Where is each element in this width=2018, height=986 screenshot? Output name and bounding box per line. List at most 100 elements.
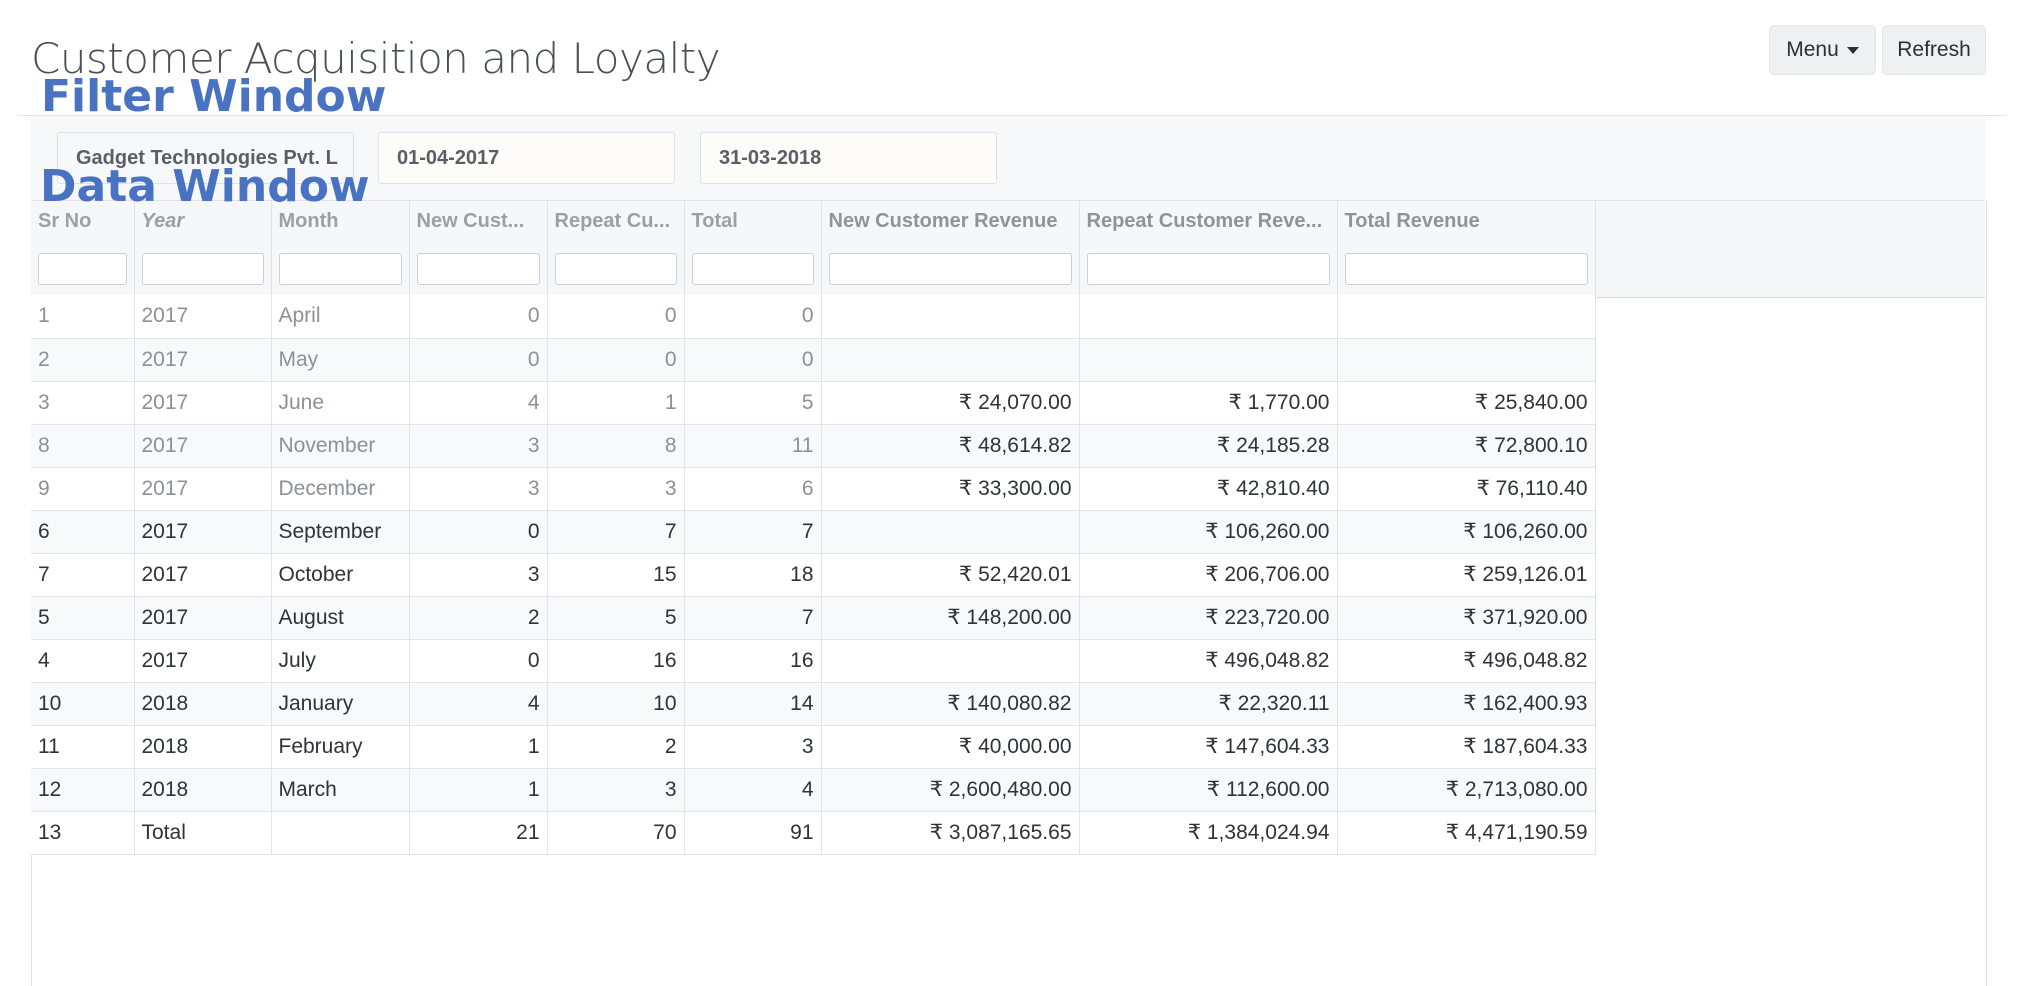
column-header-total-revenue[interactable]: Total Revenue [1337, 200, 1596, 242]
table-row[interactable]: 9 2017 December 3 3 6 ₹ 33,300.00 ₹ 42,810.40 ₹ … [31, 467, 1990, 511]
column-filter-cell [31, 242, 135, 295]
cell-repeat-customers: 0 [547, 295, 685, 339]
table-row[interactable]: 1 2017 April 0 0 0 [31, 295, 1990, 339]
column-filter-input[interactable] [828, 252, 1072, 285]
cell-new-customer-revenue: ₹ 140,080.82 [821, 682, 1080, 726]
column-filter-input[interactable] [38, 252, 127, 285]
cell-new-customer-revenue: ₹ 48,614.82 [821, 424, 1080, 468]
column-filter-input[interactable] [1086, 252, 1330, 285]
table-row[interactable]: 12 2018 March 1 3 4 ₹ 2,600,480.00 ₹ 112,600.00… [31, 768, 1990, 812]
cell-repeat-customers: 0 [547, 338, 685, 382]
column-filter-input[interactable] [141, 252, 264, 285]
column-header-total[interactable]: Total [684, 200, 822, 242]
column-filter-cell [1337, 242, 1596, 295]
column-filter-input[interactable] [554, 252, 677, 285]
cell-year: 2017 [134, 596, 272, 640]
cell-sr-no: 12 [31, 768, 135, 812]
refresh-button[interactable]: Refresh [1882, 25, 1986, 75]
to-date-input[interactable]: 31-03-2018 [700, 132, 997, 184]
column-filter-input[interactable] [416, 252, 540, 285]
cell-total-revenue: ₹ 106,260.00 [1337, 510, 1596, 554]
cell-new-customer-revenue: ₹ 2,600,480.00 [821, 768, 1080, 812]
cell-total: 4 [684, 768, 822, 812]
table-row[interactable]: 7 2017 October 3 15 18 ₹ 52,420.01 ₹ 206,706.00… [31, 553, 1990, 597]
cell-new-customers: 2 [409, 596, 548, 640]
cell-month [271, 811, 410, 855]
table-row[interactable]: 2 2017 May 0 0 0 [31, 338, 1990, 382]
cell-month: November [271, 424, 410, 468]
cell-new-customers: 4 [409, 381, 548, 425]
table-row[interactable]: 13 Total 21 70 91 ₹ 3,087,165.65 ₹ 1,384,024.9… [31, 811, 1990, 855]
column-filter-cell [1079, 242, 1338, 295]
menu-button[interactable]: Menu [1769, 25, 1876, 75]
cell-total-revenue [1337, 295, 1596, 339]
cell-month: August [271, 596, 410, 640]
cell-sr-no: 1 [31, 295, 135, 339]
cell-year: 2017 [134, 467, 272, 511]
from-date-input[interactable]: 01-04-2017 [378, 132, 675, 184]
column-header-new-customer-revenue[interactable]: New Customer Revenue [821, 200, 1080, 242]
cell-new-customer-revenue [821, 295, 1080, 339]
cell-total: 11 [684, 424, 822, 468]
cell-sr-no: 5 [31, 596, 135, 640]
cell-repeat-customer-revenue [1079, 338, 1338, 382]
cell-repeat-customers: 1 [547, 381, 685, 425]
cell-sr-no: 11 [31, 725, 135, 769]
data-window-label: Data Window [40, 161, 370, 212]
cell-year: 2017 [134, 639, 272, 683]
cell-total: 0 [684, 338, 822, 382]
cell-total: 0 [684, 295, 822, 339]
cell-repeat-customers: 16 [547, 639, 685, 683]
cell-total: 7 [684, 596, 822, 640]
table-row[interactable]: 6 2017 September 0 7 7 ₹ 106,260.00 ₹ 106,260.0… [31, 510, 1990, 554]
column-filter-cell [271, 242, 410, 295]
cell-repeat-customer-revenue: ₹ 22,320.11 [1079, 682, 1338, 726]
cell-repeat-customer-revenue: ₹ 112,600.00 [1079, 768, 1338, 812]
column-header-spacer [1595, 200, 1990, 242]
column-header-repeat-customer-revenue[interactable]: Repeat Customer Reve... [1079, 200, 1338, 242]
cell-new-customers: 3 [409, 467, 548, 511]
column-header-repeat-customers[interactable]: Repeat Cu... [547, 200, 685, 242]
cell-sr-no: 7 [31, 553, 135, 597]
cell-new-customer-revenue [821, 639, 1080, 683]
cell-repeat-customer-revenue: ₹ 1,384,024.94 [1079, 811, 1338, 855]
column-filter-input[interactable] [278, 252, 402, 285]
column-header-new-customers[interactable]: New Cust... [409, 200, 548, 242]
cell-year: 2017 [134, 553, 272, 597]
cell-repeat-customer-revenue: ₹ 147,604.33 [1079, 725, 1338, 769]
cell-new-customers: 4 [409, 682, 548, 726]
table-row[interactable]: 11 2018 February 1 2 3 ₹ 40,000.00 ₹ 147,604.33… [31, 725, 1990, 769]
cell-sr-no: 6 [31, 510, 135, 554]
cell-new-customers: 1 [409, 768, 548, 812]
table-row[interactable]: 10 2018 January 4 10 14 ₹ 140,080.82 ₹ 22,320.1… [31, 682, 1990, 726]
table-row[interactable]: 4 2017 July 0 16 16 ₹ 496,048.82 ₹ 496,048.82 [31, 639, 1990, 683]
column-filter-input[interactable] [691, 252, 814, 285]
table-row[interactable]: 5 2017 August 2 5 7 ₹ 148,200.00 ₹ 223,720.00 ₹ … [31, 596, 1990, 640]
cell-new-customer-revenue [821, 510, 1080, 554]
column-filter-cell [821, 242, 1080, 295]
column-filter-input[interactable] [1344, 252, 1588, 285]
cell-repeat-customers: 3 [547, 467, 685, 511]
cell-total-revenue: ₹ 76,110.40 [1337, 467, 1596, 511]
cell-total: 16 [684, 639, 822, 683]
cell-total: 5 [684, 381, 822, 425]
cell-total-revenue: ₹ 371,920.00 [1337, 596, 1596, 640]
cell-repeat-customer-revenue: ₹ 24,185.28 [1079, 424, 1338, 468]
caret-down-icon [1846, 46, 1859, 54]
cell-new-customers: 0 [409, 338, 548, 382]
cell-repeat-customers: 15 [547, 553, 685, 597]
cell-year: Total [134, 811, 272, 855]
cell-month: October [271, 553, 410, 597]
cell-repeat-customer-revenue: ₹ 206,706.00 [1079, 553, 1338, 597]
cell-new-customer-revenue: ₹ 40,000.00 [821, 725, 1080, 769]
filter-window-label: Filter Window [41, 71, 387, 122]
cell-year: 2017 [134, 381, 272, 425]
cell-repeat-customer-revenue: ₹ 223,720.00 [1079, 596, 1338, 640]
column-filter-cell [684, 242, 822, 295]
column-filter-cell [409, 242, 548, 295]
table-row[interactable]: 3 2017 June 4 1 5 ₹ 24,070.00 ₹ 1,770.00 ₹ 25,84… [31, 381, 1990, 425]
cell-year: 2017 [134, 338, 272, 382]
table-row[interactable]: 8 2017 November 3 8 11 ₹ 48,614.82 ₹ 24,185.28 ₹… [31, 424, 1990, 468]
column-filter-spacer [1595, 242, 1990, 295]
cell-total: 91 [684, 811, 822, 855]
